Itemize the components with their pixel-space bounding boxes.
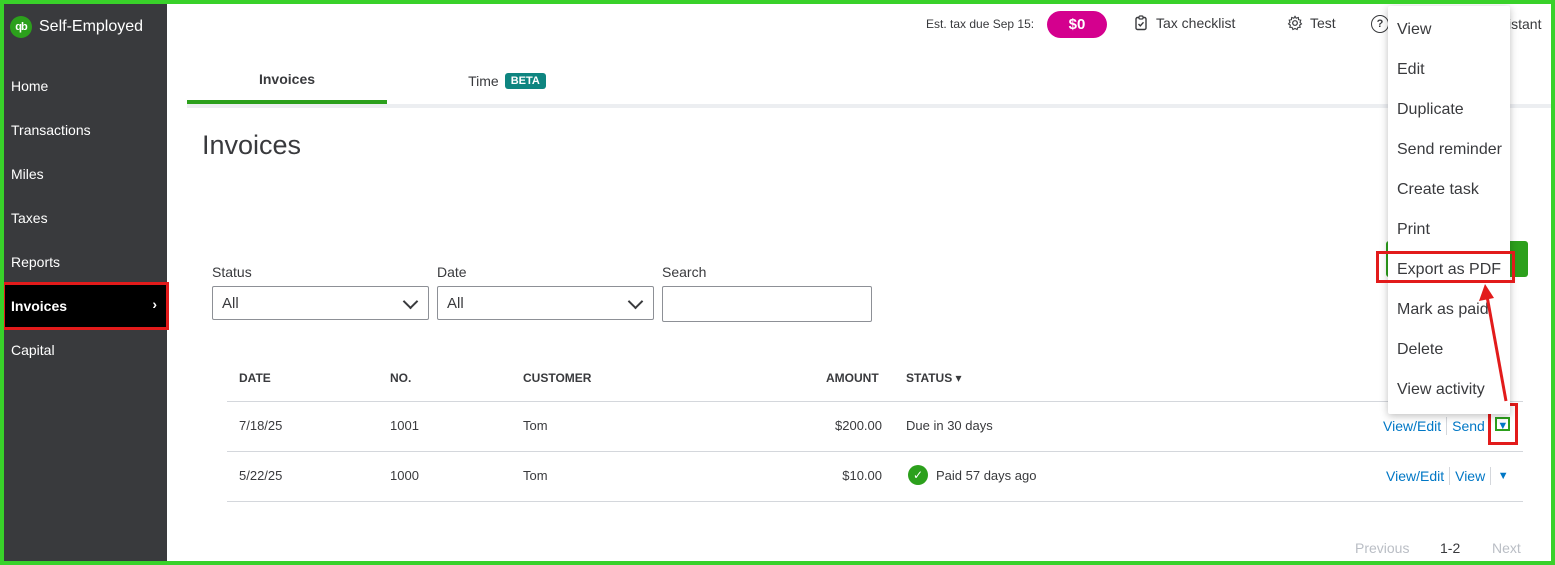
help-button[interactable]: ? (1371, 15, 1389, 33)
menu-item-duplicate[interactable]: Duplicate (1397, 101, 1464, 119)
column-header-amount[interactable]: AMOUNT (826, 371, 879, 385)
sidebar-nav: Home Transactions Miles Taxes Reports In… (2, 64, 169, 372)
top-bar: Est. tax due Sep 15: $0 Tax checklist Te… (167, 4, 1551, 44)
sidebar-item-label: Reports (11, 254, 61, 270)
menu-item-delete[interactable]: Delete (1397, 341, 1443, 359)
caret-down-icon[interactable]: ▼ (1496, 469, 1510, 483)
sidebar-item-label: Miles (11, 166, 44, 182)
gear-icon (1287, 15, 1303, 31)
view-edit-link[interactable]: View/Edit (1383, 418, 1441, 434)
sidebar-item-home[interactable]: Home (4, 64, 167, 108)
tab-invoices[interactable]: Invoices (187, 58, 387, 104)
table-row: 5/22/25 1000 Tom $10.00 ✓ Paid 57 days a… (227, 451, 1523, 502)
cell-customer: Tom (523, 468, 548, 483)
beta-badge: BETA (504, 73, 546, 89)
search-input[interactable] (662, 286, 872, 322)
chevron-right-icon: › (152, 296, 157, 312)
action-divider (1490, 467, 1492, 485)
sidebar-item-label: Capital (11, 342, 55, 358)
cell-no: 1001 (390, 418, 419, 433)
menu-item-edit[interactable]: Edit (1397, 61, 1425, 79)
table-row: 7/18/25 1001 Tom $200.00 Due in 30 days … (227, 401, 1523, 452)
app-name: Self-Employed (39, 18, 144, 35)
cell-status: Due in 30 days (906, 418, 993, 433)
chevron-down-icon (627, 293, 644, 310)
pagination-next[interactable]: Next (1492, 540, 1521, 556)
chevron-down-icon (402, 293, 419, 310)
clipboard-check-icon (1135, 15, 1147, 31)
menu-item-mark-paid[interactable]: Mark as paid (1397, 301, 1489, 319)
sidebar-item-label: Transactions (11, 122, 91, 138)
send-link[interactable]: Send (1452, 418, 1485, 434)
cell-no: 1000 (390, 468, 419, 483)
tax-checklist-label: Tax checklist (1156, 15, 1236, 31)
menu-item-view[interactable]: View (1397, 21, 1431, 39)
sidebar-item-label: Invoices (11, 298, 68, 314)
tax-checklist-link[interactable]: Tax checklist (1133, 15, 1235, 31)
quickbooks-logo-icon: qb (10, 16, 32, 38)
sidebar-item-transactions[interactable]: Transactions (4, 108, 167, 152)
table-header: DATE NO. CUSTOMER AMOUNT STATUS ▾ (227, 355, 1523, 402)
sidebar-item-taxes[interactable]: Taxes (4, 196, 167, 240)
est-tax-amount-badge[interactable]: $0 (1047, 11, 1107, 38)
caret-focus-outline (1495, 417, 1510, 431)
tab-label: Invoices (258, 71, 316, 87)
cell-status: ✓ Paid 57 days ago (908, 465, 1036, 485)
cell-customer: Tom (523, 418, 548, 433)
tab-time[interactable]: Time BETA (407, 58, 607, 104)
checkmark-circle-icon: ✓ (908, 465, 928, 485)
sidebar-item-reports[interactable]: Reports (4, 240, 167, 284)
sidebar-item-capital[interactable]: Capital (4, 328, 167, 372)
tab-label: Time (468, 73, 499, 89)
page-title: Invoices (202, 130, 302, 160)
action-divider (1446, 417, 1448, 435)
menu-item-send-reminder[interactable]: Send reminder (1397, 141, 1502, 159)
sidebar-item-label: Taxes (11, 210, 48, 226)
sidebar: qb Self-Employed Home Transactions Miles… (2, 4, 169, 561)
column-header-customer[interactable]: CUSTOMER (523, 371, 591, 385)
column-header-status[interactable]: STATUS ▾ (906, 371, 962, 385)
help-icon: ? (1371, 15, 1389, 33)
est-tax-label: Est. tax due Sep 15: (926, 17, 1035, 31)
settings-link[interactable]: Test (1287, 15, 1336, 31)
pagination-previous[interactable]: Previous (1355, 540, 1409, 556)
menu-item-create-task[interactable]: Create task (1397, 181, 1479, 199)
date-filter-value: All (447, 294, 464, 312)
row-actions: View/Edit View ▼ (1386, 467, 1510, 485)
export-pdf-annotation-box (1376, 251, 1515, 283)
brand[interactable]: qb Self-Employed (10, 16, 143, 38)
date-filter-select[interactable]: All (437, 286, 654, 320)
sidebar-item-miles[interactable]: Miles (4, 152, 167, 196)
row-actions-menu: View Edit Duplicate Send reminder Create… (1388, 6, 1510, 414)
sidebar-item-label: Home (11, 78, 49, 94)
view-link[interactable]: View (1455, 468, 1485, 484)
date-filter-label: Date (437, 264, 467, 280)
column-header-no[interactable]: NO. (390, 371, 411, 385)
action-divider (1449, 467, 1451, 485)
status-filter-select[interactable]: All (212, 286, 429, 320)
status-filter-label: Status (212, 264, 252, 280)
column-header-date[interactable]: DATE (239, 371, 271, 385)
cell-date: 7/18/25 (239, 418, 283, 433)
status-text: Paid 57 days ago (936, 467, 1037, 483)
menu-item-view-activity[interactable]: View activity (1397, 381, 1485, 399)
cell-date: 5/22/25 (239, 468, 283, 483)
tab-bar: Invoices Time BETA (187, 58, 1551, 108)
cell-amount: $200.00 (835, 418, 882, 433)
cell-amount: $10.00 (842, 468, 882, 483)
tab-divider (187, 104, 1551, 108)
pagination-range: 1-2 (1440, 540, 1461, 556)
status-filter-value: All (222, 294, 239, 312)
sidebar-item-invoices[interactable]: Invoices › (2, 282, 169, 330)
settings-label: Test (1310, 15, 1336, 31)
search-label: Search (662, 264, 707, 280)
menu-item-print[interactable]: Print (1397, 221, 1430, 239)
view-edit-link[interactable]: View/Edit (1386, 468, 1444, 484)
